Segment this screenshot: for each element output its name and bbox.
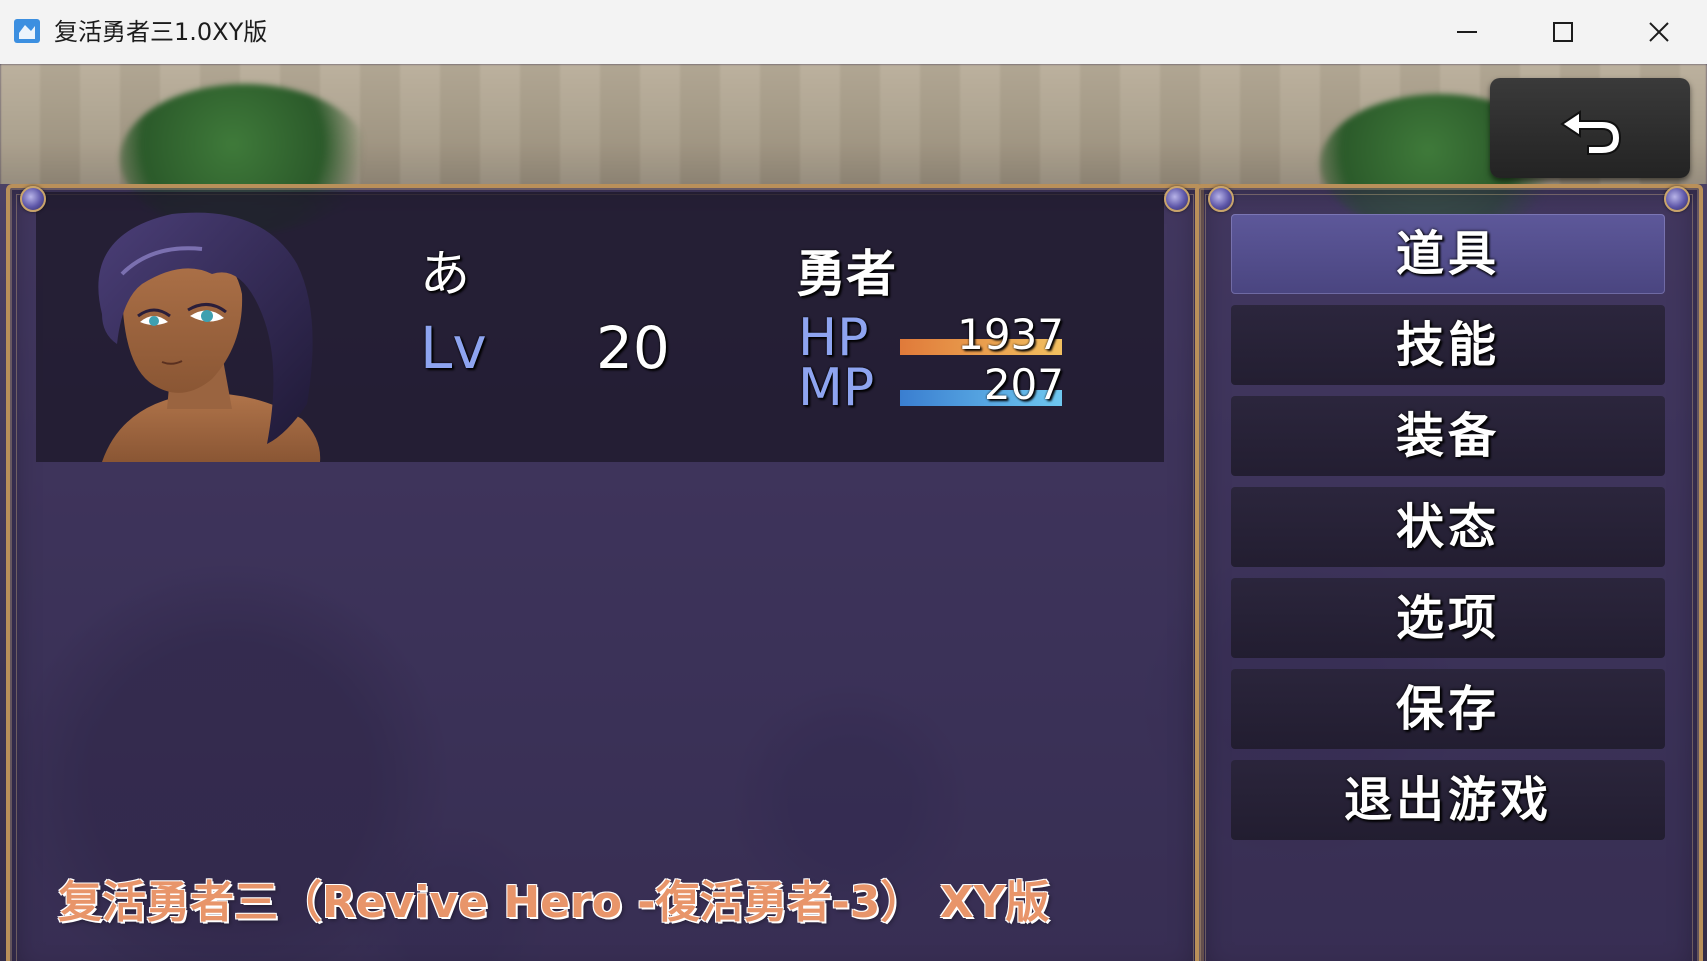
menu-item-items[interactable]: 道具 (1231, 214, 1665, 294)
window-title: 复活勇者三1.0XY版 (54, 18, 268, 46)
close-button[interactable] (1611, 0, 1707, 64)
frame-ornament-icon (1164, 186, 1190, 212)
return-arrow-icon (1560, 110, 1622, 155)
back-button[interactable] (1490, 78, 1690, 178)
menu-item-status[interactable]: 状态 (1231, 487, 1665, 567)
maximize-icon (1553, 22, 1573, 42)
game-viewport: あ 勇者 Lv 20 HP 1937 MP 207 道具 技能 装备 状态 选项… (0, 64, 1707, 961)
level-value: 20 (596, 314, 670, 382)
character-name: あ (420, 245, 470, 303)
maximize-button[interactable] (1515, 0, 1611, 64)
watermark-caption: 复活勇者三（Revive Hero -復活勇者-3） XY版 (58, 877, 1050, 928)
character-portrait (98, 212, 321, 462)
frame-ornament-icon (20, 186, 46, 212)
menu-item-options[interactable]: 选项 (1231, 578, 1665, 658)
level-label: Lv (420, 314, 487, 382)
minimize-icon (1457, 31, 1477, 33)
window-titlebar: 复活勇者三1.0XY版 (0, 0, 1707, 65)
mp-value: 207 (983, 360, 1064, 409)
frame-ornament-icon (1208, 186, 1234, 212)
menu-item-quit-game[interactable]: 退出游戏 (1231, 760, 1665, 840)
app-icon (14, 19, 40, 43)
menu-item-save[interactable]: 保存 (1231, 669, 1665, 749)
hp-value: 1937 (957, 310, 1064, 359)
character-class: 勇者 (796, 245, 896, 303)
minimize-button[interactable] (1419, 0, 1515, 64)
game-window: 复活勇者三1.0XY版 あ 勇者 Lv 20 HP 1937 MP 207 道具… (0, 0, 1707, 961)
menu-panel (1195, 184, 1703, 961)
menu-item-skills[interactable]: 技能 (1231, 305, 1665, 385)
menu-item-equipment[interactable]: 装备 (1231, 396, 1665, 476)
frame-ornament-icon (1664, 186, 1690, 212)
mp-label: MP (798, 358, 875, 418)
close-icon (1649, 22, 1669, 42)
